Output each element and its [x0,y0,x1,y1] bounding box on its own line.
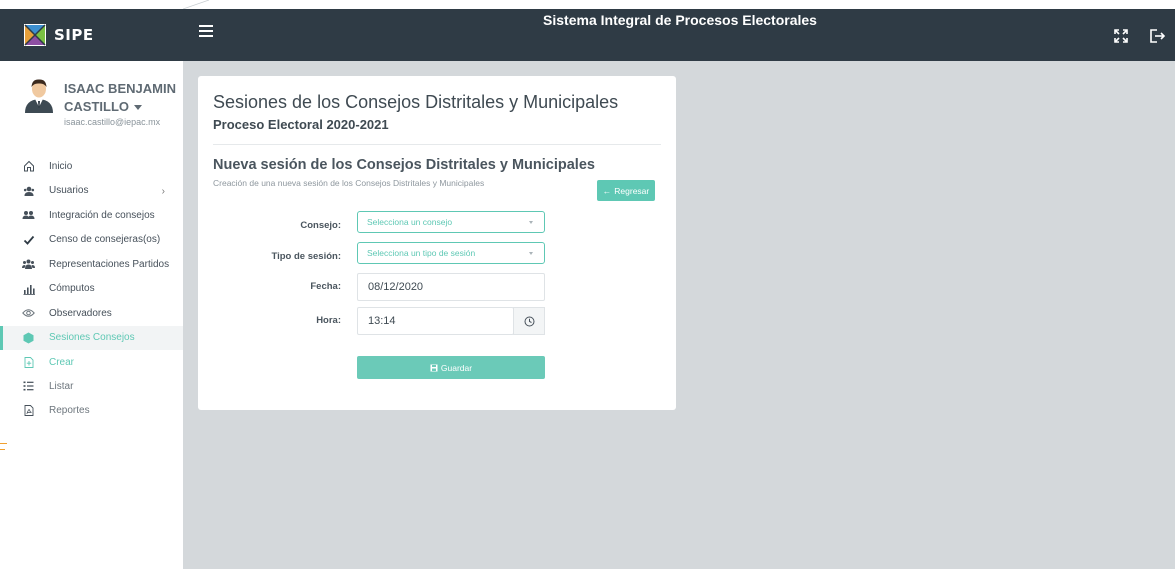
consejo-select[interactable]: Selecciona un consejo [357,211,545,233]
brand[interactable]: SIPE [0,9,183,61]
sidebar-item-censo[interactable]: Censo de consejeras(os) [0,228,183,253]
divider [213,144,661,145]
user-name-toggle[interactable]: ISAAC BENJAMIN CASTILLO [64,80,179,116]
brand-name: SIPE [54,26,94,44]
section-title: Nueva sesión de los Consejos Distritales… [213,157,595,173]
sidebar-item-label: Censo de consejeras(os) [49,234,161,246]
hora-value: 13:14 [368,315,396,327]
page-subtitle: Proceso Electoral 2020-2021 [213,117,389,132]
consejo-select-placeholder: Selecciona un consejo [367,217,453,227]
sidebar-item-label: Representaciones Partidos [49,258,170,270]
fecha-value: 08/12/2020 [368,281,424,293]
sidebar-subitem-label: Listar [49,380,74,392]
sidebar-subitem-reportes[interactable]: Reportes [0,398,183,422]
sidebar-item-representaciones[interactable]: Representaciones Partidos [0,252,183,277]
sidebar-item-observadores[interactable]: Observadores [0,301,183,326]
fecha-input[interactable]: 08/12/2020 [357,273,545,301]
users-icon [22,184,35,197]
sidebar-item-sesiones-consejos[interactable]: Sesiones Consejos [0,325,183,350]
caret-down-icon [529,221,533,224]
tipo-sesion-label: Tipo de sesión: [271,251,341,262]
sidebar-subitem-crear[interactable]: Crear [0,350,183,374]
save-button[interactable]: Guardar [357,356,545,379]
decorative-mark [0,449,5,450]
consejo-label: Consejo: [300,220,341,231]
sidebar-subitem-label: Reportes [49,404,90,416]
check-icon [22,233,35,246]
list-icon [22,380,35,393]
page-title: Sesiones de los Consejos Distritales y M… [213,92,619,112]
eye-icon [22,307,35,320]
hora-label: Hora: [316,315,341,326]
sidebar-item-inicio[interactable]: Inicio [0,154,183,179]
sidebar-item-label: Cómputos [49,283,95,295]
people-icon [22,258,35,271]
sidebar-item-label: Usuarios [49,185,89,197]
sidebar-subitem-label: Crear [49,356,75,368]
back-button-label: Regresar [614,185,650,196]
browser-top-strip [0,0,1175,9]
clock-button[interactable] [513,307,545,335]
section-description: Creación de una nueva sesión de los Cons… [213,178,485,188]
fullscreen-icon[interactable] [1112,27,1130,45]
sidebar-subitem-listar[interactable]: Listar [0,374,183,398]
avatar[interactable] [22,77,56,113]
caret-down-icon [529,252,533,255]
sidebar-item-label: Integración de consejos [49,209,155,221]
caret-down-icon [134,105,142,111]
sipe-logo-icon [24,24,46,46]
back-button[interactable]: ← Regresar [597,180,655,201]
bar-chart-icon [22,282,35,295]
floppy-disk-icon [430,364,438,371]
sidebar-nav: Inicio Usuarios › Integración de consejo… [0,154,183,422]
sidebar-item-usuarios[interactable]: Usuarios › [0,179,183,204]
sidebar: ISAAC BENJAMIN CASTILLO isaac.castillo@i… [0,61,183,569]
pdf-icon [22,404,35,417]
arrow-left-icon: ← [602,185,612,196]
session-form-card: Sesiones de los Consejos Distritales y M… [198,76,676,410]
logout-icon[interactable] [1148,27,1166,45]
save-button-label: Guardar [440,362,473,373]
sidebar-item-label: Sesiones Consejos [49,332,135,344]
sidebar-item-computos[interactable]: Cómputos [0,277,183,302]
top-header: SIPE Sistema Integral de Procesos Electo… [0,9,1175,61]
create-icon [22,356,35,369]
tipo-sesion-select-placeholder: Selecciona un tipo de sesión [367,248,476,258]
user-name: ISAAC BENJAMIN CASTILLO [64,81,176,114]
user-email: isaac.castillo@iepac.mx [64,117,161,127]
user-profile: ISAAC BENJAMIN CASTILLO isaac.castillo@i… [0,61,183,141]
sidebar-item-label: Inicio [49,160,73,172]
clock-icon [524,316,534,326]
home-icon [22,160,35,173]
app-title: Sistema Integral de Procesos Electorales [543,12,817,28]
decorative-mark [0,443,7,444]
menu-toggle-icon[interactable] [199,25,213,39]
fecha-label: Fecha: [310,281,341,292]
hora-input[interactable]: 13:14 [357,307,514,335]
hexagon-icon [22,331,35,344]
group-icon [22,209,35,222]
decorative-line [183,0,210,9]
tipo-sesion-select[interactable]: Selecciona un tipo de sesión [357,242,545,264]
sidebar-item-integracion[interactable]: Integración de consejos [0,203,183,228]
sidebar-item-label: Observadores [49,307,112,319]
chevron-right-icon: › [161,185,165,197]
